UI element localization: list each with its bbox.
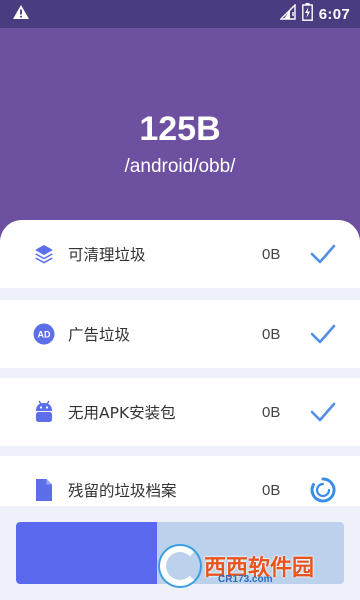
status-time: 6:07 — [318, 5, 350, 23]
svg-text:AD: AD — [38, 330, 51, 340]
item-label: 广告垃圾 — [68, 326, 131, 344]
watermark-logo: 西西软件园 CR173.com — [160, 540, 350, 592]
signal-icon — [279, 3, 296, 24]
progress-fill — [16, 522, 158, 584]
list-item-ad-junk[interactable]: AD 广告垃圾 0B — [0, 300, 360, 368]
check-icon — [308, 319, 338, 349]
item-size: 0B — [262, 245, 281, 263]
item-size: 0B — [262, 403, 281, 421]
battery-icon — [301, 3, 313, 25]
status-bar: 6:07 — [0, 0, 360, 28]
check-icon — [308, 397, 338, 427]
file-icon — [32, 478, 56, 502]
list-item-apk-junk[interactable]: 无用APK安装包 0B — [0, 378, 360, 446]
check-icon — [308, 239, 338, 269]
watermark-c-icon — [160, 546, 200, 586]
scan-path: /android/obb/ — [124, 156, 236, 177]
loading-spinner-icon — [308, 475, 338, 505]
list-item-cleanable-junk[interactable]: 可清理垃圾 0B — [0, 220, 360, 288]
item-size: 0B — [262, 481, 281, 499]
item-label: 无用APK安装包 — [68, 404, 176, 422]
scan-header: 125B /android/obb/ — [0, 28, 360, 248]
junk-size-total: 125B — [139, 110, 221, 148]
item-size: 0B — [262, 325, 281, 343]
item-label: 残留的垃圾档案 — [68, 482, 177, 500]
watermark-site: CR173.com — [218, 574, 273, 585]
item-label: 可清理垃圾 — [68, 246, 146, 264]
ad-icon: AD — [32, 322, 56, 346]
layers-icon — [32, 242, 56, 266]
warning-icon — [12, 4, 30, 24]
android-icon — [32, 400, 56, 424]
